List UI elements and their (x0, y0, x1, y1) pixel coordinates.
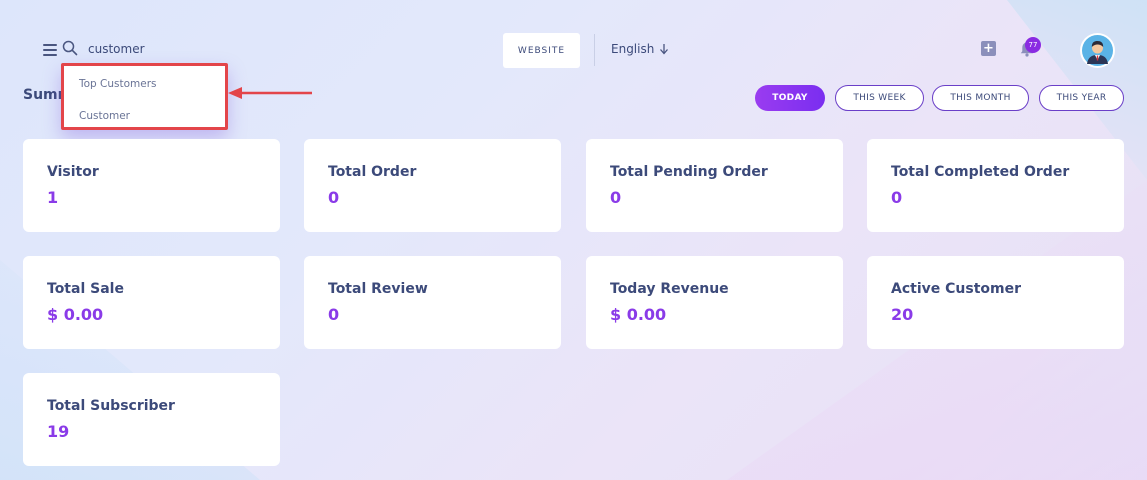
stat-value: 0 (328, 188, 340, 207)
header-divider (594, 34, 595, 66)
stat-card-visitor: Visitor 1 (23, 139, 280, 232)
tab-this-year[interactable]: THIS YEAR (1039, 85, 1124, 111)
menu-icon[interactable] (43, 44, 57, 56)
stat-value: 0 (610, 188, 622, 207)
stat-value: 0 (891, 188, 903, 207)
stat-card-total-completed-order: Total Completed Order 0 (867, 139, 1124, 232)
tab-this-month[interactable]: THIS MONTH (932, 85, 1029, 111)
stat-card-total-pending-order: Total Pending Order 0 (586, 139, 843, 232)
plus-square-icon[interactable]: + (981, 41, 996, 56)
stat-label: Total Sale (47, 281, 124, 297)
stat-label: Total Completed Order (891, 164, 1070, 180)
website-button[interactable]: WEBSITE (503, 33, 580, 68)
annotation-arrow (228, 87, 312, 99)
search-icon[interactable] (62, 40, 78, 56)
suggestion-customer[interactable]: Customer (64, 106, 225, 138)
avatar-icon[interactable] (1080, 33, 1115, 68)
arrow-down-icon (660, 44, 669, 55)
tab-this-week[interactable]: THIS WEEK (835, 85, 924, 111)
stat-card-active-customer: Active Customer 20 (867, 256, 1124, 349)
stat-value: 19 (47, 422, 70, 441)
user-avatar-image (1082, 35, 1113, 66)
notification-badge: 77 (1025, 37, 1041, 53)
language-selector[interactable]: English (611, 42, 669, 56)
search-suggestions-dropdown: Top Customers Customer (61, 63, 228, 130)
stat-card-today-revenue: Today Revenue $ 0.00 (586, 256, 843, 349)
stat-label: Total Pending Order (610, 164, 768, 180)
stat-label: Total Subscriber (47, 398, 175, 414)
stat-label: Active Customer (891, 281, 1021, 297)
stat-label: Today Revenue (610, 281, 729, 297)
stat-label: Total Review (328, 281, 428, 297)
stat-value: 20 (891, 305, 914, 324)
stat-value: 0 (328, 305, 340, 324)
search-input[interactable] (88, 40, 268, 58)
stat-label: Visitor (47, 164, 99, 180)
stat-value: $ 0.00 (610, 305, 667, 324)
stat-card-total-sale: Total Sale $ 0.00 (23, 256, 280, 349)
stat-card-total-order: Total Order 0 (304, 139, 561, 232)
stat-label: Total Order (328, 164, 417, 180)
tab-today[interactable]: TODAY (755, 85, 825, 111)
stat-card-total-subscriber: Total Subscriber 19 (23, 373, 280, 466)
stat-value: 1 (47, 188, 59, 207)
stat-value: $ 0.00 (47, 305, 104, 324)
language-label: English (611, 42, 655, 56)
suggestion-top-customers[interactable]: Top Customers (64, 74, 225, 106)
stat-card-total-review: Total Review 0 (304, 256, 561, 349)
